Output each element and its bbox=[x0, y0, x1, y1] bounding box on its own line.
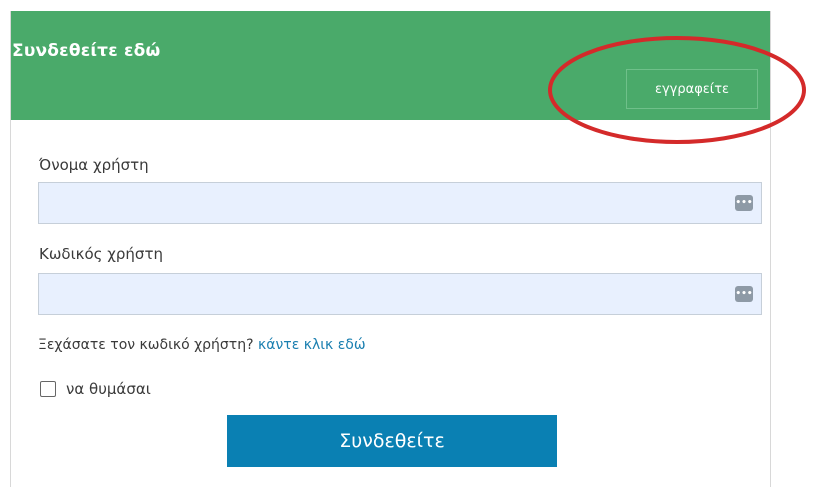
login-panel: Συνδεθείτε εδώ εγγραφείτε Όνομα χρήστη •… bbox=[10, 11, 771, 487]
forgot-password-line: Ξεχάσατε τον κωδικό χρήστη? κάντε κλικ ε… bbox=[38, 337, 366, 353]
register-button[interactable]: εγγραφείτε bbox=[626, 69, 758, 109]
remember-me-label: να θυμάσαι bbox=[66, 380, 151, 398]
password-manager-icon[interactable]: ••• bbox=[735, 195, 753, 211]
password-input[interactable] bbox=[39, 274, 761, 314]
password-field-container: ••• bbox=[38, 273, 762, 315]
username-label: Όνομα χρήστη bbox=[39, 156, 149, 174]
password-label: Κωδικός χρήστη bbox=[39, 245, 163, 263]
login-submit-button[interactable]: Συνδεθείτε bbox=[227, 415, 557, 467]
login-header: Συνδεθείτε εδώ εγγραφείτε bbox=[11, 11, 770, 120]
remember-me: να θυμάσαι bbox=[38, 380, 151, 398]
username-input[interactable] bbox=[39, 183, 761, 223]
username-field-container: ••• bbox=[38, 182, 762, 224]
forgot-password-link[interactable]: κάντε κλικ εδώ bbox=[258, 337, 366, 353]
login-title: Συνδεθείτε εδώ bbox=[12, 41, 161, 61]
password-manager-icon[interactable]: ••• bbox=[735, 286, 753, 302]
forgot-password-text: Ξεχάσατε τον κωδικό χρήστη? bbox=[38, 337, 254, 353]
remember-me-checkbox[interactable] bbox=[40, 381, 56, 397]
